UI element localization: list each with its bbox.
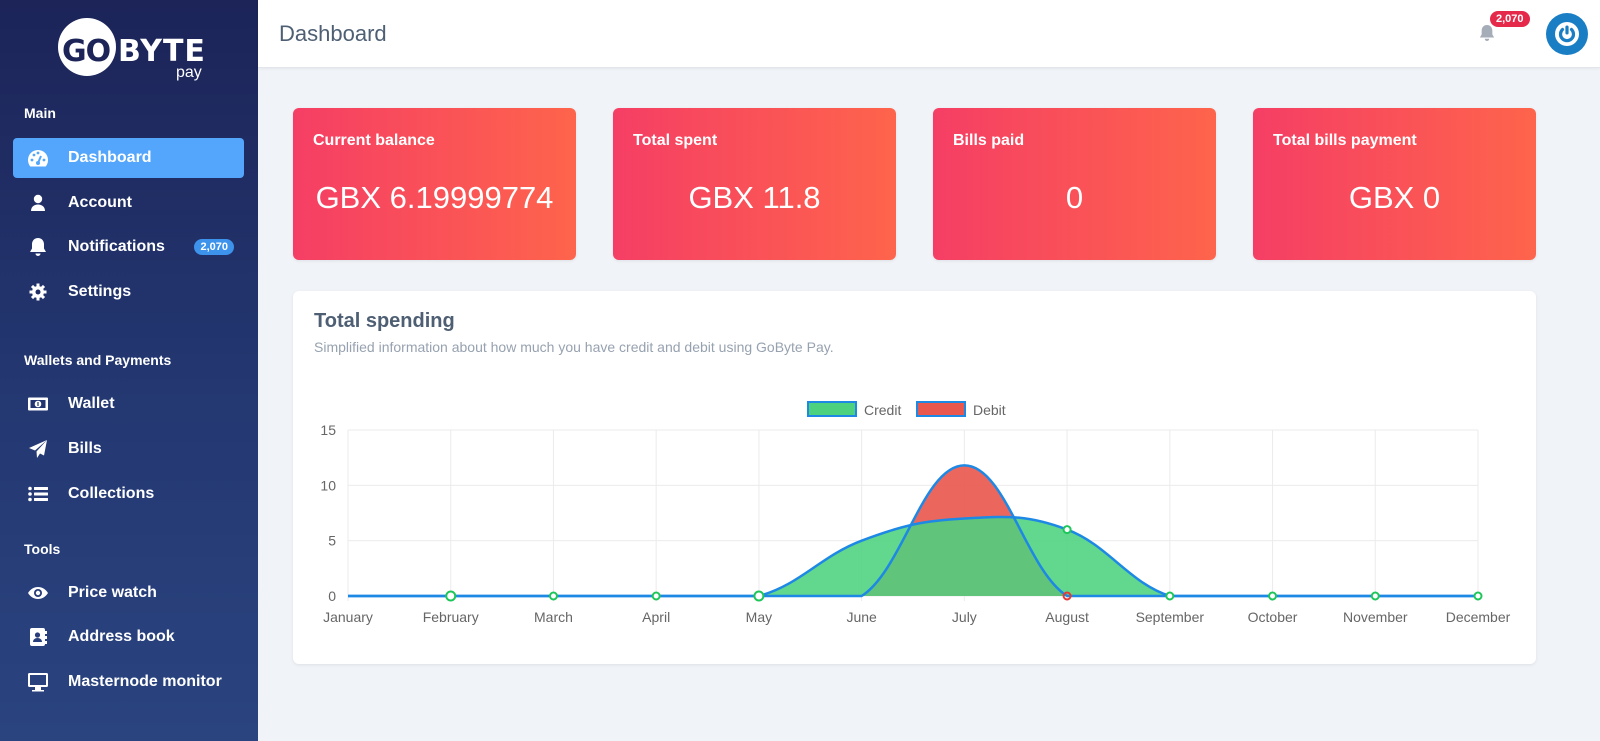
credit-area (348, 516, 1478, 596)
sidebar-item-label: Price watch (68, 584, 157, 601)
sidebar-item-price-watch[interactable]: Price watch (13, 573, 244, 613)
x-tick-label: November (1343, 609, 1408, 625)
y-tick-label: 10 (320, 477, 336, 493)
credit-point (1370, 591, 1380, 601)
x-tick-label: April (642, 609, 670, 625)
total-spending-card: Total spending Simplified information ab… (293, 291, 1536, 664)
notifications-bell-icon[interactable] (1479, 24, 1495, 47)
gear-icon (26, 283, 50, 301)
sidebar-item-label: Masternode monitor (68, 673, 222, 690)
notification-count-badge[interactable]: 2,070 (1490, 11, 1530, 27)
page-title: Dashboard (279, 21, 387, 46)
bell-icon (26, 237, 50, 257)
paper-plane-icon (26, 439, 50, 459)
credit-point (1165, 591, 1175, 601)
section-label-tools: Tools (24, 541, 61, 557)
sidebar-item-account[interactable]: Account (13, 183, 244, 223)
x-tick-label: February (423, 609, 479, 625)
x-tick-label: January (323, 609, 373, 625)
sidebar-item-label: Notifications (68, 238, 165, 255)
credit-point (445, 590, 457, 602)
address-book-icon (26, 627, 50, 647)
legend-swatch-credit (807, 401, 857, 417)
sidebar-item-settings[interactable]: Settings (13, 272, 244, 312)
sidebar-item-label: Account (68, 194, 132, 211)
credit-point (651, 591, 661, 601)
logo-text-pay: pay (176, 64, 202, 81)
x-tick-label: December (1446, 609, 1511, 625)
sidebar: GO BYTE pay Main Dashboard Account Notif… (0, 0, 258, 741)
notifications-count-badge: 2,070 (194, 239, 234, 255)
stat-title: Current balance (313, 132, 435, 149)
sidebar-item-label: Wallet (68, 395, 115, 412)
x-tick-label: May (746, 609, 772, 625)
stat-card-current-balance: Current balance GBX 6.19999774 (293, 108, 576, 260)
sidebar-item-wallet[interactable]: Wallet (13, 384, 244, 424)
stat-title: Total spent (633, 132, 718, 149)
stat-value: GBX 6.19999774 (315, 180, 554, 215)
sidebar-item-collections[interactable]: Collections (13, 474, 244, 514)
spending-chart: 0 5 10 15 January February March April May June Ju… (320, 401, 1511, 625)
stat-card-total-spent: Total spent GBX 11.8 (613, 108, 896, 260)
y-tick-label: 15 (320, 422, 336, 438)
logo-text-go: GO (62, 34, 111, 69)
sidebar-item-address-book[interactable]: Address book (13, 617, 244, 657)
sidebar-item-dashboard[interactable]: Dashboard (13, 138, 244, 178)
power-icon (1555, 22, 1579, 46)
list-icon (26, 486, 50, 502)
sidebar-item-bills[interactable]: Bills (13, 429, 244, 469)
section-label-wallets-payments: Wallets and Payments (24, 352, 172, 368)
credit-point (753, 590, 765, 602)
legend-label-credit: Credit (864, 402, 901, 418)
x-tick-label: March (534, 609, 573, 625)
y-tick-label: 5 (328, 533, 336, 549)
sidebar-item-label: Collections (68, 485, 155, 502)
credit-point (1062, 525, 1072, 535)
stat-value: GBX 0 (1348, 180, 1441, 215)
x-tick-label: June (846, 609, 877, 625)
stat-card-total-bills-payment: Total bills payment GBX 0 (1253, 108, 1536, 260)
eye-icon (26, 586, 50, 600)
x-tick-label: October (1248, 609, 1298, 625)
credit-point (548, 591, 558, 601)
stat-value: GBX 11.8 (688, 180, 821, 215)
money-bill-icon (26, 396, 50, 412)
stat-value: 0 (1065, 180, 1084, 215)
desktop-icon (26, 672, 50, 692)
sidebar-item-label: Settings (68, 283, 132, 300)
sidebar-item-masternode-monitor[interactable]: Masternode monitor (13, 662, 244, 702)
legend-label-debit: Debit (973, 402, 1006, 418)
credit-point (1473, 591, 1483, 601)
stat-title: Total bills payment (1273, 132, 1417, 149)
top-bar: Dashboard 2,070 (258, 0, 1600, 68)
credit-point (1268, 591, 1278, 601)
stat-card-bills-paid: Bills paid 0 (933, 108, 1216, 260)
power-logout-button[interactable] (1546, 13, 1588, 55)
user-icon (26, 194, 50, 212)
sidebar-item-label: Dashboard (68, 149, 152, 166)
sidebar-item-label: Bills (68, 440, 102, 457)
x-tick-label: August (1045, 609, 1089, 625)
section-label-main: Main (24, 105, 56, 121)
stat-title: Bills paid (953, 132, 1025, 149)
x-tick-label: September (1136, 609, 1205, 625)
x-tick-label: July (952, 609, 977, 625)
y-tick-label: 0 (328, 588, 336, 604)
legend-swatch-debit (916, 401, 966, 417)
sidebar-item-label: Address book (68, 628, 175, 645)
gobyte-pay-logo[interactable]: GO BYTE pay (58, 18, 218, 84)
sidebar-item-notifications[interactable]: Notifications 2,070 (13, 227, 244, 267)
dashboard-icon (26, 149, 50, 167)
